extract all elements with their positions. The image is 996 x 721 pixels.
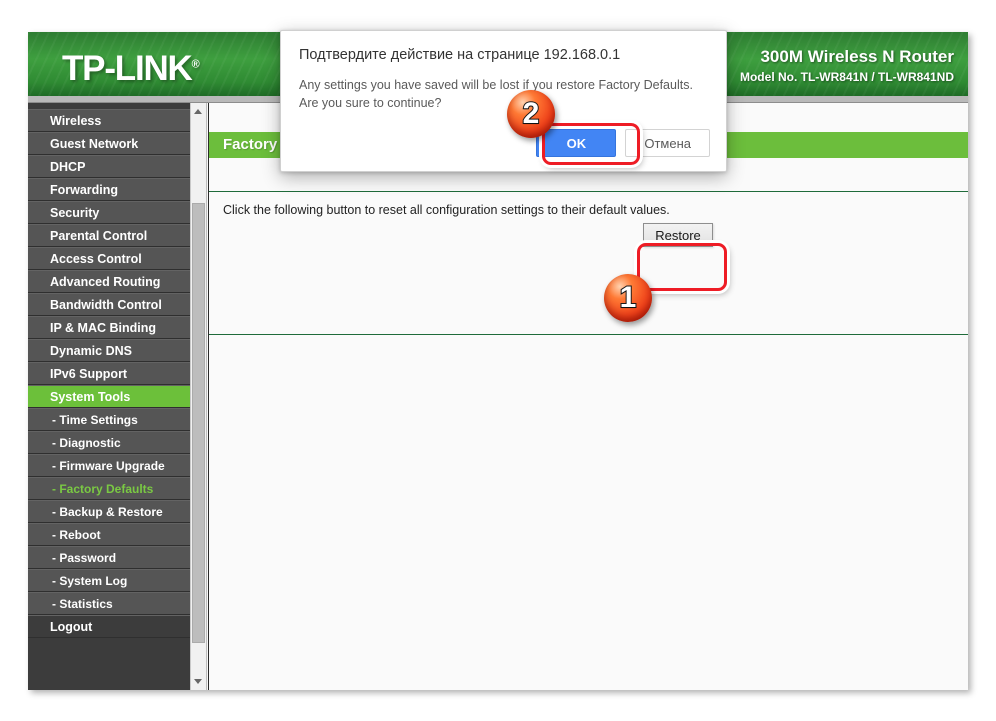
sidebar-menu: Wireless Guest Network DHCP Forwarding Secur… bbox=[28, 103, 190, 690]
sidebar-item-time-settings[interactable]: - Time Settings bbox=[28, 408, 190, 431]
step-badge-2: 2 bbox=[507, 90, 555, 138]
sidebar-item-firmware-upgrade[interactable]: - Firmware Upgrade bbox=[28, 454, 190, 477]
sidebar-item-wireless[interactable]: Wireless bbox=[28, 109, 190, 132]
content-divider-top bbox=[209, 191, 968, 192]
sidebar-item-ipv6-support[interactable]: IPv6 Support bbox=[28, 362, 190, 385]
sidebar-item-reboot[interactable]: - Reboot bbox=[28, 523, 190, 546]
sidebar-item-password[interactable]: - Password bbox=[28, 546, 190, 569]
restore-button[interactable]: Restore bbox=[643, 223, 713, 247]
model-name: 300M Wireless N Router bbox=[760, 47, 954, 66]
sidebar-item-security[interactable]: Security bbox=[28, 201, 190, 224]
step-badge-1: 1 bbox=[604, 274, 652, 322]
main-content: Factory Defaults Click the following but… bbox=[208, 103, 968, 690]
screenshot-root: TP-LINK® 300M Wireless N Router Model No… bbox=[0, 0, 996, 721]
sidebar-item-ip-mac-binding[interactable]: IP & MAC Binding bbox=[28, 316, 190, 339]
content-divider-bottom bbox=[209, 334, 968, 335]
sidebar-item-backup-restore[interactable]: - Backup & Restore bbox=[28, 500, 190, 523]
scroll-up-arrow-icon[interactable] bbox=[191, 103, 206, 119]
dialog-message: Any settings you have saved will be lost… bbox=[299, 78, 693, 110]
model-number: Model No. TL-WR841N / TL-WR841ND bbox=[739, 70, 954, 84]
sidebar-item-parental-control[interactable]: Parental Control bbox=[28, 224, 190, 247]
sidebar-item-guest-network[interactable]: Guest Network bbox=[28, 132, 190, 155]
sidebar-item-statistics[interactable]: - Statistics bbox=[28, 592, 190, 615]
page-body: Wireless Guest Network DHCP Forwarding Secur… bbox=[28, 103, 968, 690]
dialog-cancel-button[interactable]: Отмена bbox=[625, 129, 710, 157]
sidebar-item-advanced-routing[interactable]: Advanced Routing bbox=[28, 270, 190, 293]
sidebar-item-forwarding[interactable]: Forwarding bbox=[28, 178, 190, 201]
scrollbar-thumb[interactable] bbox=[192, 203, 205, 643]
registered-mark-icon: ® bbox=[191, 58, 200, 71]
sidebar-item-access-control[interactable]: Access Control bbox=[28, 247, 190, 270]
sidebar-item-system-tools[interactable]: System Tools bbox=[28, 385, 190, 408]
confirm-dialog: Подтвердите действие на странице 192.168… bbox=[280, 30, 727, 172]
dialog-title: Подтвердите действие на странице 192.168… bbox=[299, 47, 621, 63]
sidebar-item-dhcp[interactable]: DHCP bbox=[28, 155, 190, 178]
sidebar-item-diagnostic[interactable]: - Diagnostic bbox=[28, 431, 190, 454]
sidebar-item-bandwidth-control[interactable]: Bandwidth Control bbox=[28, 293, 190, 316]
header-model-info: 300M Wireless N Router Model No. TL-WR84… bbox=[740, 46, 954, 86]
dialog-ok-button[interactable]: OK bbox=[536, 129, 617, 157]
dialog-button-row: OK Отмена bbox=[536, 129, 710, 157]
step-badge-2-number: 2 bbox=[522, 97, 541, 130]
logo-text: TP-LINK bbox=[62, 49, 193, 88]
step-badge-1-number: 1 bbox=[619, 281, 638, 314]
sidebar-item-factory-defaults[interactable]: - Factory Defaults bbox=[28, 477, 190, 500]
sidebar-item-system-log[interactable]: - System Log bbox=[28, 569, 190, 592]
description-text: Click the following button to reset all … bbox=[223, 203, 670, 217]
tp-link-logo: TP-LINK® bbox=[62, 49, 200, 89]
sidebar-item-logout[interactable]: Logout bbox=[28, 615, 190, 638]
sidebar-item-dynamic-dns[interactable]: Dynamic DNS bbox=[28, 339, 190, 362]
scroll-down-arrow-icon[interactable] bbox=[191, 674, 206, 690]
sidebar-scrollbar[interactable] bbox=[190, 103, 207, 690]
